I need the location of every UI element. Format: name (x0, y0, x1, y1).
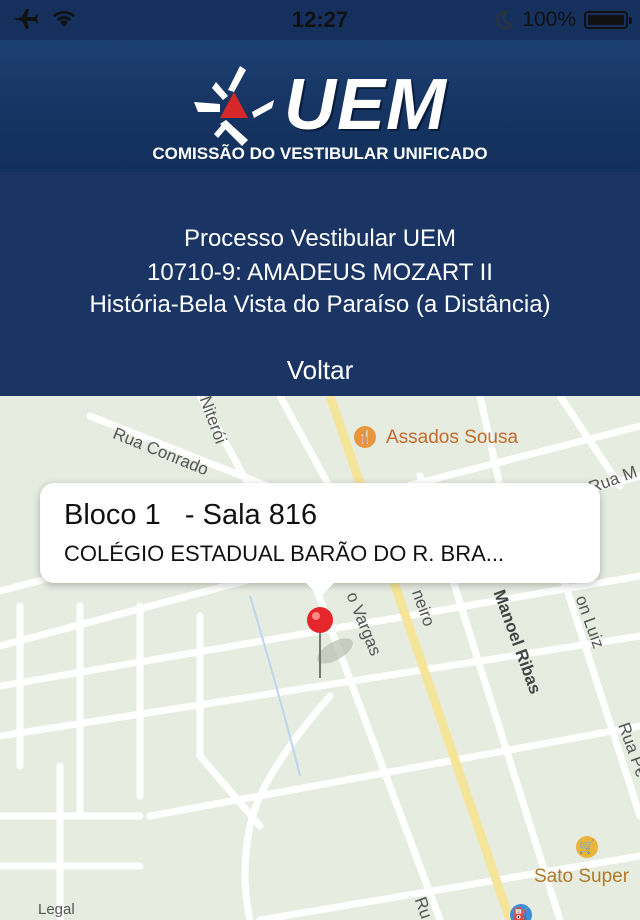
uem-logo: UEM (190, 62, 447, 148)
map-view[interactable]: Rua Conrado Niterói o Vargas neiro Manoe… (0, 396, 640, 920)
location-pin-icon[interactable] (300, 604, 340, 684)
restaurant-icon[interactable]: 🍴 (354, 426, 376, 448)
info-line-process: Processo Vestibular UEM (183, 225, 457, 252)
map-legal-link[interactable]: Legal (38, 901, 75, 918)
moon-icon (496, 11, 514, 29)
shopping-cart-icon[interactable]: 🛒 (576, 836, 598, 858)
status-right: 100% (494, 8, 632, 32)
callout-title: Bloco 1 - Sala 816 (64, 499, 318, 531)
poi-assados-sousa[interactable]: Assados Sousa (386, 427, 518, 449)
logo-text: UEM (284, 65, 447, 145)
exam-info-panel: Processo Vestibular UEM 10710-9: AMADEUS… (0, 172, 640, 396)
header-banner: UEM COMISSÃO DO VESTIBULAR UNIFICADO (0, 40, 640, 172)
fuel-icon[interactable]: ⛽ (510, 904, 532, 920)
location-callout[interactable]: Bloco 1 - Sala 816 COLÉGIO ESTADUAL BARÃ… (40, 483, 600, 597)
status-bar: 12:27 100% (0, 0, 640, 40)
poi-sato-super[interactable]: Sato Super (534, 866, 629, 888)
back-button[interactable]: Voltar (260, 352, 380, 388)
battery-percent: 100% (522, 8, 576, 31)
info-line-candidate: 10710-9: AMADEUS MOZART II (147, 259, 493, 286)
callout-subtitle: COLÉGIO ESTADUAL BARÃO DO R. BRA... (64, 541, 505, 566)
battery-icon (584, 11, 632, 29)
uem-emblem-icon (194, 66, 274, 146)
banner-subtitle: COMISSÃO DO VESTIBULAR UNIFICADO (152, 144, 488, 163)
info-line-course: História-Bela Vista do Paraíso (a Distân… (89, 291, 551, 318)
